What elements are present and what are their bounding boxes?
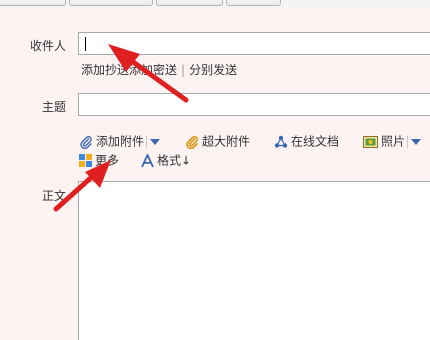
recipient-links: 添加抄送添加密送 | 分别发送 (81, 62, 237, 78)
large-attachment-label: 超大附件 (202, 134, 251, 149)
compose-form: 收件人 添加抄送添加密送 | 分别发送 主题 添加附件 超大附件 在线文档 照片… (0, 0, 430, 340)
format-label: 格式↓ (157, 153, 192, 168)
add-attachment-label: 添加附件 (96, 134, 145, 149)
more-button[interactable]: 更多 (79, 152, 119, 169)
subject-input[interactable] (78, 93, 430, 116)
grid-icon (79, 154, 92, 167)
top-toolbar-strip (0, 0, 430, 8)
add-cc-link[interactable]: 添加抄送 (81, 63, 129, 77)
large-attachment-button[interactable]: 超大附件 (185, 133, 250, 150)
links-separator: | (181, 63, 186, 77)
photo-label: 照片 (381, 134, 406, 149)
online-docs-label: 在线文档 (291, 134, 340, 149)
add-attachment-dropdown-icon[interactable] (150, 138, 161, 145)
recipient-label: 收件人 (29, 39, 66, 53)
toolbar-button-4[interactable] (226, 0, 281, 6)
body-label: 正文 (41, 189, 66, 203)
format-button[interactable]: 格式↓ (141, 152, 191, 169)
add-attachment-button[interactable]: 添加附件 (79, 133, 161, 150)
photo-button[interactable]: 照片 (363, 133, 422, 150)
online-docs-button[interactable]: 在线文档 (274, 133, 339, 150)
font-a-icon (141, 153, 154, 167)
photo-icon (363, 135, 378, 148)
photo-dropdown-icon[interactable] (411, 138, 422, 145)
toolbar-button-3[interactable] (156, 0, 223, 6)
body-editor[interactable] (78, 181, 430, 340)
toolbar-button-1[interactable] (0, 0, 66, 6)
share-nodes-icon (274, 135, 288, 148)
separate-send-link[interactable]: 分别发送 (189, 63, 237, 77)
subject-label: 主题 (41, 100, 66, 114)
more-label: 更多 (95, 153, 120, 168)
toolbar-button-2[interactable] (69, 0, 153, 6)
recipient-input[interactable] (78, 32, 430, 55)
add-bcc-link[interactable]: 添加密送 (129, 63, 177, 77)
dropdown-separator (407, 135, 409, 148)
paperclip-icon (80, 135, 92, 149)
text-cursor (85, 37, 86, 51)
paperclip-large-icon (186, 135, 198, 149)
dropdown-separator (146, 135, 148, 148)
